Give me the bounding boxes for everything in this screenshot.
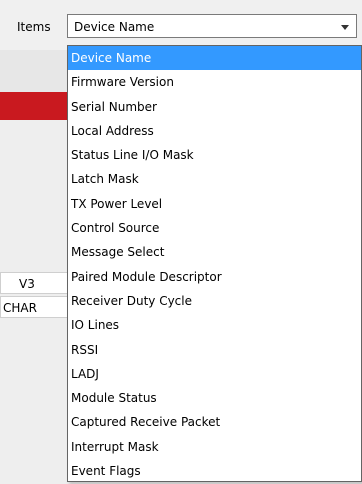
dropdown-option[interactable]: Receiver Duty Cycle bbox=[68, 289, 361, 313]
items-combobox[interactable]: Device Name bbox=[67, 14, 357, 38]
dropdown-option[interactable]: Captured Receive Packet bbox=[68, 410, 361, 434]
dropdown-option[interactable]: Serial Number bbox=[68, 95, 361, 119]
table-cell-char[interactable]: CHAR bbox=[0, 296, 68, 318]
dropdown-option[interactable]: Local Address bbox=[68, 119, 361, 143]
dropdown-option[interactable]: TX Power Level bbox=[68, 192, 361, 216]
dropdown-option[interactable]: Module Status bbox=[68, 386, 361, 410]
combobox-value: Device Name bbox=[74, 20, 155, 34]
items-label: Items bbox=[17, 20, 51, 34]
cell-text: V3 bbox=[19, 277, 35, 291]
chevron-down-icon[interactable] bbox=[341, 25, 349, 30]
dropdown-option[interactable]: Event Flags bbox=[68, 459, 361, 483]
table-cell-v3[interactable]: V3 bbox=[0, 272, 68, 294]
cell-text: CHAR bbox=[3, 301, 37, 315]
dropdown-option[interactable]: LADJ bbox=[68, 362, 361, 386]
dropdown-option[interactable]: Device Name bbox=[68, 46, 361, 71]
items-dropdown-list[interactable]: Device Name Firmware Version Serial Number… bbox=[67, 45, 362, 482]
dropdown-option[interactable]: IO Lines bbox=[68, 313, 361, 337]
dropdown-option[interactable]: Firmware Version bbox=[68, 70, 361, 94]
dropdown-option[interactable]: Message Select bbox=[68, 240, 361, 264]
dropdown-option[interactable]: Latch Mask bbox=[68, 167, 361, 191]
dropdown-option[interactable]: Interrupt Mask bbox=[68, 435, 361, 459]
dropdown-option[interactable]: Paired Module Descriptor bbox=[68, 265, 361, 289]
dropdown-option[interactable]: RSSI bbox=[68, 338, 361, 362]
dropdown-option[interactable]: Control Source bbox=[68, 216, 361, 240]
dropdown-option[interactable]: Status Line I/O Mask bbox=[68, 143, 361, 167]
